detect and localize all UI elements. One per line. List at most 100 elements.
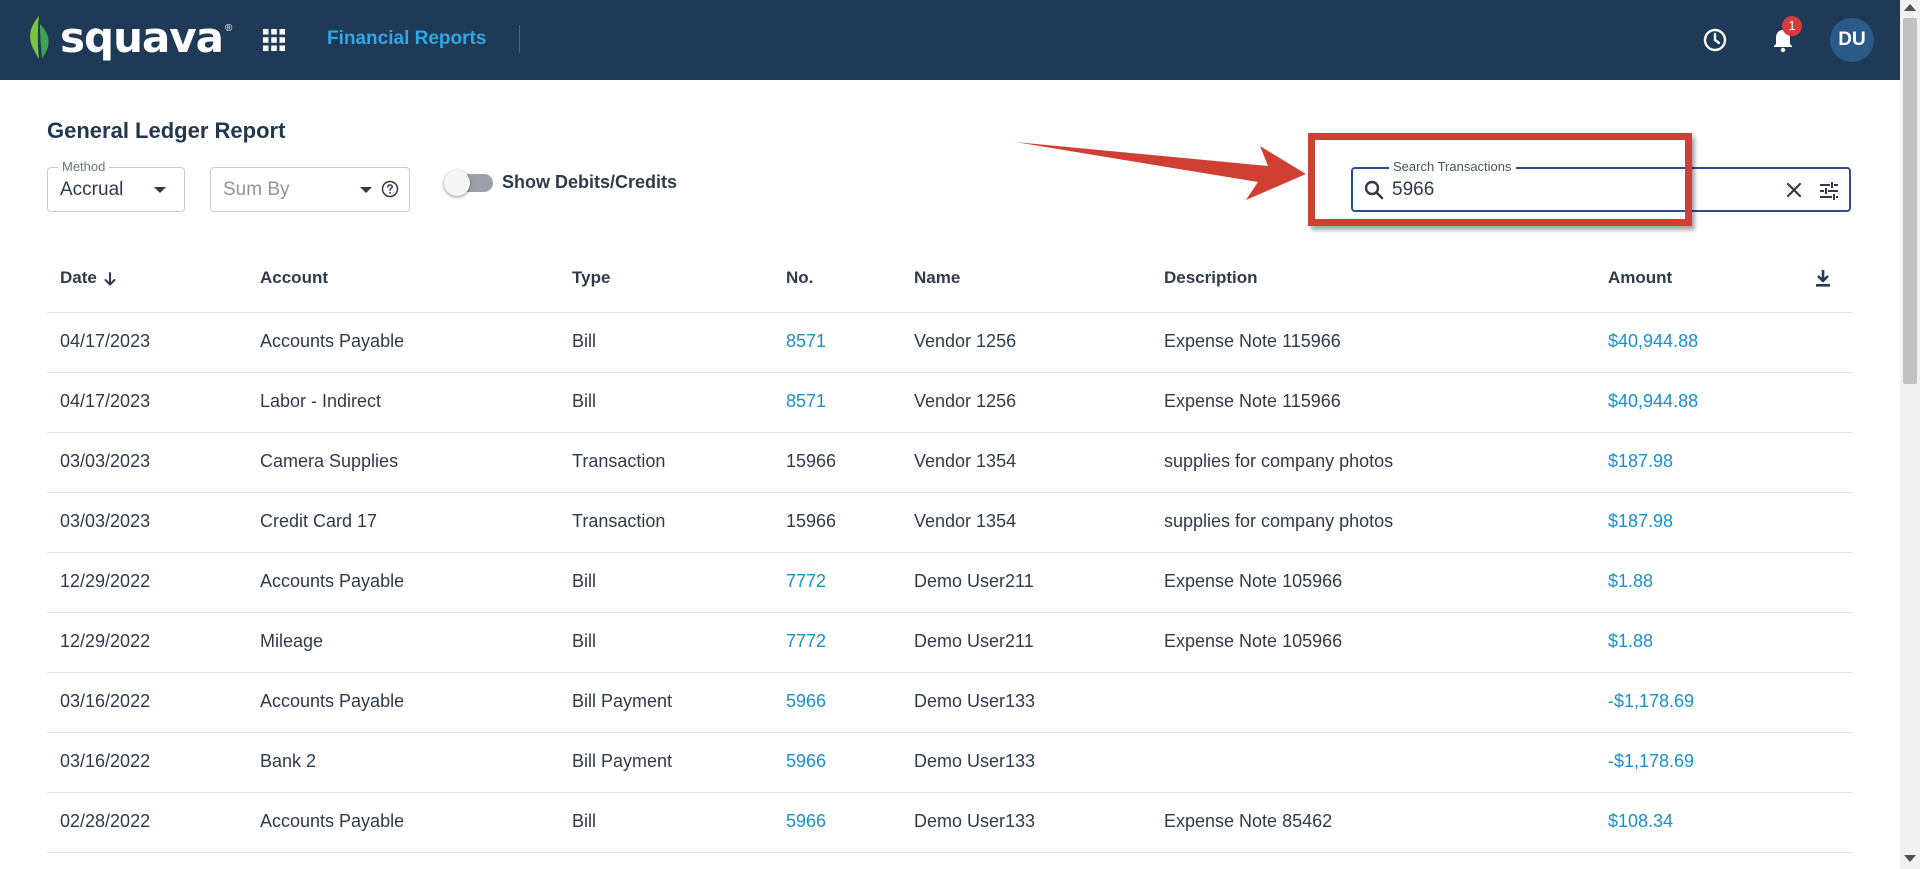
cell-name: Demo User211 xyxy=(914,631,1034,651)
method-select[interactable]: Method Accrual xyxy=(47,159,185,212)
column-header-label: Date xyxy=(60,268,97,287)
cell-account: Accounts Payable xyxy=(260,691,405,711)
download-icon[interactable] xyxy=(1811,266,1835,290)
cell-account: Accounts Payable xyxy=(260,331,405,351)
sum-by-select[interactable]: Sum By xyxy=(210,167,410,212)
table-row[interactable]: 04/17/2023 Labor - Indirect Bill 8571 Ve… xyxy=(47,373,1852,433)
column-header-no[interactable]: No. xyxy=(786,268,813,288)
cell-no-link[interactable]: 8571 xyxy=(786,391,826,412)
cell-account: Camera Supplies xyxy=(260,451,399,471)
apps-grid-icon[interactable] xyxy=(262,28,286,52)
column-header-account[interactable]: Account xyxy=(260,268,328,288)
table-row[interactable]: 12/29/2022 Accounts Payable Bill 7772 De… xyxy=(47,553,1852,613)
table-row[interactable]: 03/16/2022 Accounts Payable Bill Payment… xyxy=(47,673,1852,733)
cell-date: 02/28/2022 xyxy=(60,811,151,831)
arrow-down-sort-icon[interactable] xyxy=(103,271,117,287)
cell-name: Demo User133 xyxy=(914,811,1036,831)
toggle-knob[interactable] xyxy=(444,170,470,196)
cell-account: Labor - Indirect xyxy=(260,391,382,411)
user-avatar[interactable]: DU xyxy=(1830,18,1874,62)
cell-no-link[interactable]: 5966 xyxy=(786,751,826,772)
cell-no-link[interactable]: 5966 xyxy=(786,811,826,832)
cell-account: Mileage xyxy=(260,631,324,651)
nav-divider xyxy=(519,25,520,53)
cell-description: Expense Note 85462 xyxy=(1164,811,1333,831)
column-header-description[interactable]: Description xyxy=(1164,268,1258,288)
table-row[interactable]: 12/29/2022 Mileage Bill 7772 Demo User21… xyxy=(47,613,1852,673)
cell-type: Transaction xyxy=(572,511,666,531)
cell-amount[interactable]: $1.88 xyxy=(1608,571,1653,592)
table-row[interactable]: 02/28/2022 Accounts Payable Bill 5966 De… xyxy=(47,793,1852,853)
cell-type: Bill xyxy=(572,811,597,831)
cell-no-link[interactable]: 5966 xyxy=(786,691,826,712)
registered-mark: ® xyxy=(225,22,233,34)
table-row[interactable]: 03/16/2022 Bank 2 Bill Payment 5966 Demo… xyxy=(47,733,1852,793)
brand-name: squava xyxy=(60,12,224,62)
chevron-down-icon xyxy=(360,187,372,193)
cell-amount[interactable]: -$1,178.69 xyxy=(1608,751,1694,772)
cell-name: Demo User133 xyxy=(914,751,1036,771)
cell-account: Credit Card 17 xyxy=(260,511,378,531)
cell-date: 04/17/2023 xyxy=(60,331,151,351)
cell-description: Expense Note 105966 xyxy=(1164,571,1343,591)
cell-amount[interactable]: $108.34 xyxy=(1608,811,1673,832)
cell-type: Bill xyxy=(572,631,597,651)
leaf-logo-icon xyxy=(30,16,49,59)
cell-amount[interactable]: -$1,178.69 xyxy=(1608,691,1694,712)
scroll-up-arrow-icon[interactable] xyxy=(1904,4,1916,11)
scrollbar-thumb[interactable] xyxy=(1903,18,1917,384)
cell-type: Bill xyxy=(572,331,597,351)
annotation-highlight-box xyxy=(1308,133,1692,226)
scroll-down-arrow-icon[interactable] xyxy=(1904,855,1916,862)
cell-description: supplies for company photos xyxy=(1164,511,1394,531)
notification-count-badge: 1 xyxy=(1782,16,1802,36)
cell-type: Bill Payment xyxy=(572,751,673,771)
cell-amount[interactable]: $1.88 xyxy=(1608,631,1653,652)
cell-amount[interactable]: $40,944.88 xyxy=(1608,331,1698,352)
cell-amount[interactable]: $187.98 xyxy=(1608,451,1673,472)
method-label: Method xyxy=(58,159,110,174)
column-header-type[interactable]: Type xyxy=(572,268,610,288)
cell-date: 12/29/2022 xyxy=(60,631,151,651)
cell-no: 15966 xyxy=(786,511,837,531)
page-title: General Ledger Report xyxy=(47,118,286,143)
cell-no-link[interactable]: 7772 xyxy=(786,571,826,592)
cell-date: 03/16/2022 xyxy=(60,751,151,771)
cell-date: 04/17/2023 xyxy=(60,391,151,411)
history-clock-icon[interactable] xyxy=(1701,26,1729,54)
cell-description: Expense Note 105966 xyxy=(1164,631,1343,651)
cell-no-link[interactable]: 8571 xyxy=(786,331,826,352)
cell-name: Vendor 1256 xyxy=(914,391,1017,411)
column-header-name[interactable]: Name xyxy=(914,268,960,288)
nav-financial-reports[interactable]: Financial Reports xyxy=(327,28,486,50)
cell-no-link[interactable]: 7772 xyxy=(786,631,826,652)
cell-type: Bill xyxy=(572,571,597,591)
chevron-down-icon xyxy=(154,187,166,193)
filter-tune-icon[interactable] xyxy=(1817,179,1841,203)
close-icon[interactable] xyxy=(1783,179,1805,201)
help-circle-icon[interactable] xyxy=(381,180,399,198)
cell-type: Bill xyxy=(572,391,597,411)
cell-account: Accounts Payable xyxy=(260,571,405,591)
show-debits-credits-label: Show Debits/Credits xyxy=(502,172,678,192)
sum-by-placeholder: Sum By xyxy=(223,179,290,200)
cell-amount[interactable]: $187.98 xyxy=(1608,511,1673,532)
cell-date: 03/03/2023 xyxy=(60,511,151,531)
squava-logo[interactable]: squava ® xyxy=(24,12,232,62)
cell-account: Accounts Payable xyxy=(260,811,405,831)
method-value: Accrual xyxy=(60,179,124,200)
cell-type: Bill Payment xyxy=(572,691,673,711)
cell-no: 15966 xyxy=(786,451,837,471)
table-header: Date Account Type No. Name Description A… xyxy=(47,253,1852,313)
general-ledger-table: Date Account Type No. Name Description A… xyxy=(47,253,1852,853)
column-header-amount[interactable]: Amount xyxy=(1608,268,1672,288)
cell-date: 03/03/2023 xyxy=(60,451,151,471)
cell-amount[interactable]: $40,944.88 xyxy=(1608,391,1698,412)
annotation-arrow-icon xyxy=(1015,142,1306,200)
table-row[interactable]: 03/03/2023 Camera Supplies Transaction 1… xyxy=(47,433,1852,493)
table-row[interactable]: 03/03/2023 Credit Card 17 Transaction 15… xyxy=(47,493,1852,553)
cell-date: 12/29/2022 xyxy=(60,571,151,591)
table-row[interactable]: 04/17/2023 Accounts Payable Bill 8571 Ve… xyxy=(47,313,1852,373)
column-header-date[interactable]: Date xyxy=(60,268,117,288)
cell-description: supplies for company photos xyxy=(1164,451,1394,471)
